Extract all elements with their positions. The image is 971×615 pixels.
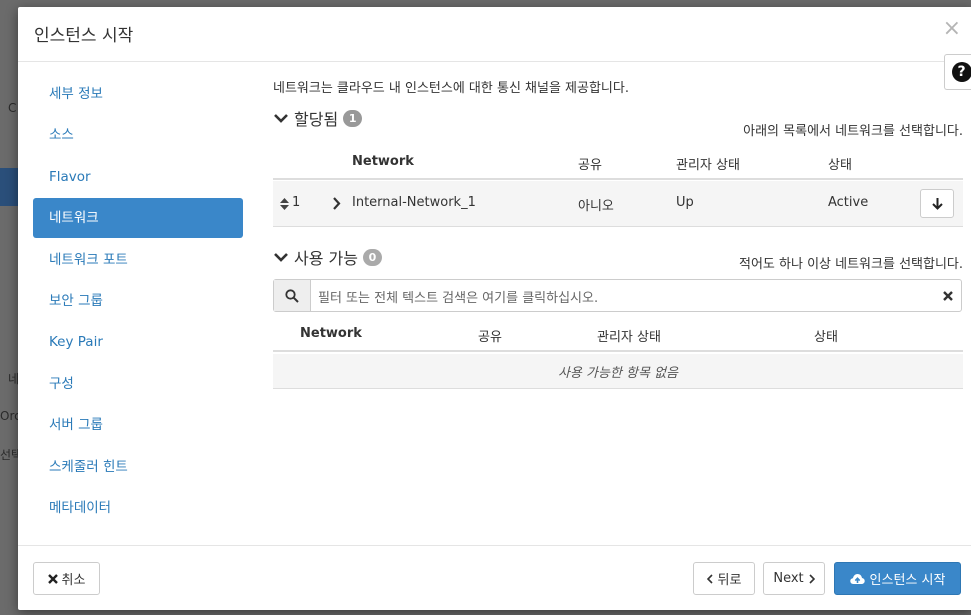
allocated-help-text: 아래의 목록에서 네트워크를 선택합니다.	[743, 124, 963, 139]
sidebar-item-network-ports[interactable]: 네트워크 포트	[33, 240, 243, 280]
launch-instance-button[interactable]: 인스턴스 시작	[834, 562, 961, 595]
cloud-upload-icon	[849, 573, 865, 584]
allocated-count-badge: 1	[343, 109, 363, 127]
available-title: 사용 가능	[294, 249, 358, 268]
sidebar-item-security-groups[interactable]: 보안 그룹	[33, 281, 243, 321]
column-header-shared: 공유	[578, 158, 602, 173]
launch-label: 인스턴스 시작	[869, 573, 946, 588]
chevron-right-icon	[809, 573, 815, 584]
close-icon[interactable]: ×	[943, 17, 961, 41]
chevron-right-icon[interactable]	[332, 197, 341, 210]
column-header-network: Network	[300, 326, 362, 341]
table-row: 1 Internal-Network_1 아니오 Up Active	[273, 181, 963, 227]
chevron-down-icon	[274, 253, 288, 262]
sidebar-item-key-pair[interactable]: Key Pair	[33, 322, 243, 362]
cancel-label: 취소	[61, 573, 86, 588]
allocated-title: 할당됨	[294, 110, 339, 129]
available-count-badge: 0	[362, 248, 382, 266]
available-table-header: Network 공유 관리자 상태 상태	[273, 316, 963, 352]
search-input[interactable]: 필터 또는 전체 텍스트 검색은 여기를 클릭하십시오.	[273, 279, 962, 312]
sidebar-item-networks[interactable]: 네트워크	[33, 198, 243, 239]
launch-instance-modal: 인스턴스 시작 × ? 세부 정보 소스 Flavor 네트워크 네트워크 포트…	[18, 7, 971, 610]
modal-header: 인스턴스 시작 ×	[18, 7, 971, 62]
help-button[interactable]: ?	[944, 54, 971, 90]
column-header-status: 상태	[828, 158, 852, 173]
search-icon	[285, 288, 299, 303]
step-description: 네트워크는 클라우드 내 인스턴스에 대한 통신 채널을 제공합니다.	[273, 81, 629, 96]
row-order: 1	[292, 195, 301, 210]
column-header-network: Network	[352, 154, 414, 169]
background-text: C	[8, 101, 17, 115]
question-icon: ?	[951, 62, 971, 82]
chevron-left-icon	[706, 573, 713, 584]
available-help-text: 적어도 하나 이상 네트워크를 선택합니다.	[739, 257, 963, 272]
clear-search-icon[interactable]	[943, 291, 953, 301]
empty-message: 사용 가능한 항목 없음	[557, 366, 679, 381]
column-header-status: 상태	[814, 330, 838, 345]
chevron-down-icon	[274, 114, 288, 123]
background-nav-highlight	[0, 168, 18, 206]
network-shared: 아니오	[578, 199, 614, 214]
sidebar-item-server-groups[interactable]: 서버 그룹	[33, 405, 243, 445]
column-header-shared: 공유	[478, 330, 502, 345]
search-placeholder: 필터 또는 전체 텍스트 검색은 여기를 클릭하십시오.	[318, 291, 599, 306]
next-button[interactable]: Next	[763, 562, 825, 595]
empty-table-row: 사용 가능한 항목 없음	[273, 354, 963, 389]
sidebar-item-metadata[interactable]: 메타데이터	[33, 488, 243, 528]
network-admin-state: Up	[676, 195, 694, 210]
back-label: 뒤로	[717, 573, 742, 588]
sidebar-item-details[interactable]: 세부 정보	[33, 74, 243, 114]
sidebar-item-scheduler-hints[interactable]: 스케줄러 힌트	[33, 447, 243, 487]
next-label: Next	[773, 571, 804, 586]
modal-footer: 취소 뒤로 Next 인스턴스 시작	[18, 545, 971, 610]
search-addon	[274, 280, 311, 311]
allocated-table-header: Network 공유 관리자 상태 상태	[273, 144, 963, 180]
network-name: Internal-Network_1	[352, 195, 476, 210]
column-header-admin-state: 관리자 상태	[676, 158, 740, 173]
column-header-admin-state: 관리자 상태	[597, 330, 661, 345]
sort-handle-icon[interactable]	[280, 198, 289, 210]
allocated-section-toggle[interactable]: 할당됨 1	[273, 106, 363, 130]
back-button[interactable]: 뒤로	[693, 562, 755, 595]
cancel-button[interactable]: 취소	[33, 562, 100, 595]
close-icon	[47, 573, 58, 584]
sidebar-item-configuration[interactable]: 구성	[33, 364, 243, 404]
sidebar-item-source[interactable]: 소스	[33, 115, 243, 155]
deallocate-button[interactable]	[920, 189, 954, 218]
modal-title: 인스턴스 시작	[34, 26, 134, 46]
wizard-sidebar: 세부 정보 소스 Flavor 네트워크 네트워크 포트 보안 그룹 Key P…	[33, 74, 243, 529]
sidebar-item-flavor[interactable]: Flavor	[33, 157, 243, 197]
available-section-toggle[interactable]: 사용 가능 0	[273, 245, 382, 269]
arrow-down-icon	[931, 197, 943, 210]
network-status: Active	[828, 195, 869, 210]
